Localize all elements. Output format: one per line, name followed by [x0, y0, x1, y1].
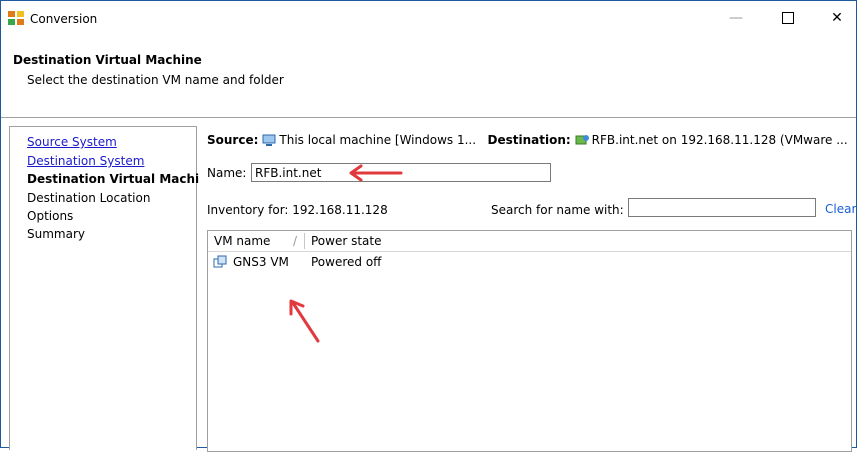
step-destination-location: Destination Location [27, 191, 151, 205]
table-header: VM name / Power state [208, 231, 851, 252]
step-destination-system[interactable]: Destination System [27, 154, 144, 168]
step-options: Options [27, 209, 74, 223]
wizard-header: Destination Virtual Machine Select the d… [1, 35, 856, 119]
name-label: Name: [207, 166, 247, 180]
vm-icon [213, 255, 227, 268]
search-input[interactable] [628, 198, 816, 217]
power-state-cell: Powered off [311, 255, 382, 269]
column-header-power-state[interactable]: Power state [311, 234, 382, 248]
step-source-system[interactable]: Source System [27, 135, 117, 149]
header-divider [1, 117, 856, 118]
page-title: Destination Virtual Machine [13, 53, 202, 67]
maximize-button[interactable] [765, 1, 811, 35]
step-destination-virtual-machine: Destination Virtual Machine [27, 172, 200, 186]
annotation-arrow-table [289, 299, 320, 343]
search-label: Search for name with: [491, 203, 624, 217]
vm-name-cell: GNS3 VM [233, 255, 289, 269]
destination-value: RFB.int.net on 192.168.11.128 (VMware ..… [591, 133, 848, 147]
app-icon [8, 11, 24, 25]
source-destination-summary: Source: This local machine [Windows 1... … [207, 133, 852, 147]
main-content: Source: This local machine [Windows 1... … [196, 126, 856, 452]
computer-icon [262, 134, 276, 146]
sort-indicator: / [293, 234, 298, 248]
inventory-label: Inventory for: 192.168.11.128 [207, 203, 388, 217]
maximize-icon [782, 12, 794, 24]
wizard-steps-panel: Source System Destination System Destina… [9, 126, 200, 450]
minimize-button[interactable]: — [713, 1, 759, 35]
close-button[interactable]: ✕ [814, 1, 857, 35]
destination-label: Destination: [487, 133, 571, 147]
table-row[interactable]: GNS3 VM Powered off [208, 253, 851, 271]
column-divider[interactable] [304, 233, 305, 249]
page-subtitle: Select the destination VM name and folde… [27, 73, 284, 87]
annotation-arrow-name [349, 164, 403, 182]
conversion-window: Conversion — ✕ Destination Virtual Machi… [0, 0, 857, 452]
source-value: This local machine [Windows 1... [279, 133, 477, 147]
source-label: Source: [207, 133, 259, 147]
column-header-vm-name[interactable]: VM name [214, 234, 270, 248]
title-bar: Conversion — ✕ [1, 1, 856, 35]
clear-link[interactable]: Clear [825, 202, 856, 216]
window-title: Conversion [30, 12, 98, 26]
vmware-host-icon [575, 135, 589, 145]
step-summary: Summary [27, 227, 85, 241]
